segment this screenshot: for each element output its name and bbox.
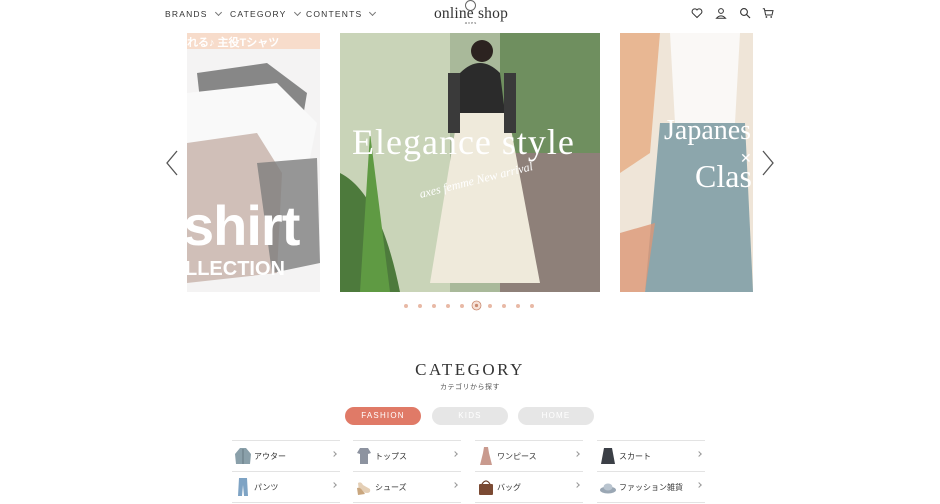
slide-small-text: LLECTION [187,258,285,280]
category-item-outer[interactable]: アウター [232,441,340,471]
carousel-slide-active[interactable]: Elegance style axes femme New arrival [340,33,600,292]
carousel-next-arrow-icon[interactable] [761,150,775,176]
shoes-icon [357,482,371,495]
carousel-dot[interactable] [530,304,534,308]
category-item-label: バッグ [497,483,521,492]
category-item-label: ワンピース [497,452,537,461]
carousel-slide-next[interactable]: Japanes Class ✕ [620,33,753,292]
pants-icon [238,478,248,496]
category-item-onepiece[interactable]: ワンピース [475,441,583,471]
coat-icon [235,448,251,464]
nav-category-label: CATEGORY [230,9,287,19]
user-icon[interactable] [715,7,727,19]
chevron-right-icon [574,482,580,488]
chevron-down-icon [214,8,222,17]
slide-big-text: shirt [187,194,300,257]
cart-icon[interactable] [762,7,774,19]
category-item-label: ファッション雑貨 [619,483,683,492]
dress-icon [480,447,492,465]
slide-line1: Japanes [664,115,752,146]
divider [597,502,705,503]
bag-icon [479,480,493,495]
tab-fashion[interactable]: FASHION [345,407,421,425]
category-subtitle: カテゴリから探す [440,384,500,391]
tab-kids[interactable]: KIDS [432,407,508,425]
chevron-right-icon [331,482,337,488]
divider [475,502,583,503]
category-item-tops[interactable]: トップス [353,441,461,471]
nav-brands[interactable]: BRANDS [165,8,222,19]
category-item-skirt[interactable]: スカート [597,441,705,471]
carousel-dot[interactable] [446,304,450,308]
carousel-dot[interactable] [432,304,436,308]
nav-contents[interactable]: CONTENTS [306,8,377,19]
category-title: CATEGORY [415,360,525,379]
site-header: BRANDS CATEGORY CONTENTS online shop axe… [0,0,940,30]
category-item-pants[interactable]: パンツ [232,472,340,502]
category-item-label: シューズ [375,483,407,492]
category-item-bag[interactable]: バッグ [475,472,583,502]
category-item-label: パンツ [254,483,279,492]
search-icon[interactable] [739,7,751,19]
chevron-right-icon [331,451,337,457]
carousel-dot[interactable] [460,304,464,308]
heart-icon[interactable] [691,7,703,19]
carousel-pagination [400,300,540,312]
top-icon [357,448,371,464]
carousel-dot[interactable] [516,304,520,308]
carousel-dot-active-icon[interactable] [471,300,482,311]
carousel-dot[interactable] [418,304,422,308]
carousel-prev-arrow-icon[interactable] [165,150,179,176]
chevron-right-icon [574,451,580,457]
chevron-down-icon [293,8,301,17]
tab-home[interactable]: HOME [518,407,594,425]
chevron-right-icon [696,482,702,488]
divider [353,502,461,503]
carousel-dot[interactable] [404,304,408,308]
site-logo[interactable]: online shop axes [426,0,516,28]
chevron-down-icon [369,8,377,17]
hat-icon [600,483,616,494]
category-item-shoes[interactable]: シューズ [353,472,461,502]
category-item-label: トップス [375,452,407,461]
category-item-label: アウター [254,452,286,461]
category-item-fashion-goods[interactable]: ファッション雑貨 [597,472,705,502]
category-item-label: スカート [619,452,651,461]
close-icon[interactable]: ✕ [740,150,752,167]
nav-contents-label: CONTENTS [306,9,363,19]
carousel-dot[interactable] [502,304,506,308]
skirt-icon [601,448,615,464]
chevron-right-icon [452,482,458,488]
chevron-right-icon [696,451,702,457]
nav-category[interactable]: CATEGORY [230,8,301,19]
logo-subtext: axes [464,20,478,25]
nav-brands-label: BRANDS [165,9,208,19]
carousel-slide-prev[interactable]: れる♪ 主役Tシャツ shirt LLECTION [187,33,320,292]
chevron-right-icon [452,451,458,457]
carousel-dot[interactable] [488,304,492,308]
slide-banner-text: れる♪ 主役Tシャツ [187,37,280,49]
slide-headline: Elegance style [352,122,575,162]
divider [232,502,340,503]
